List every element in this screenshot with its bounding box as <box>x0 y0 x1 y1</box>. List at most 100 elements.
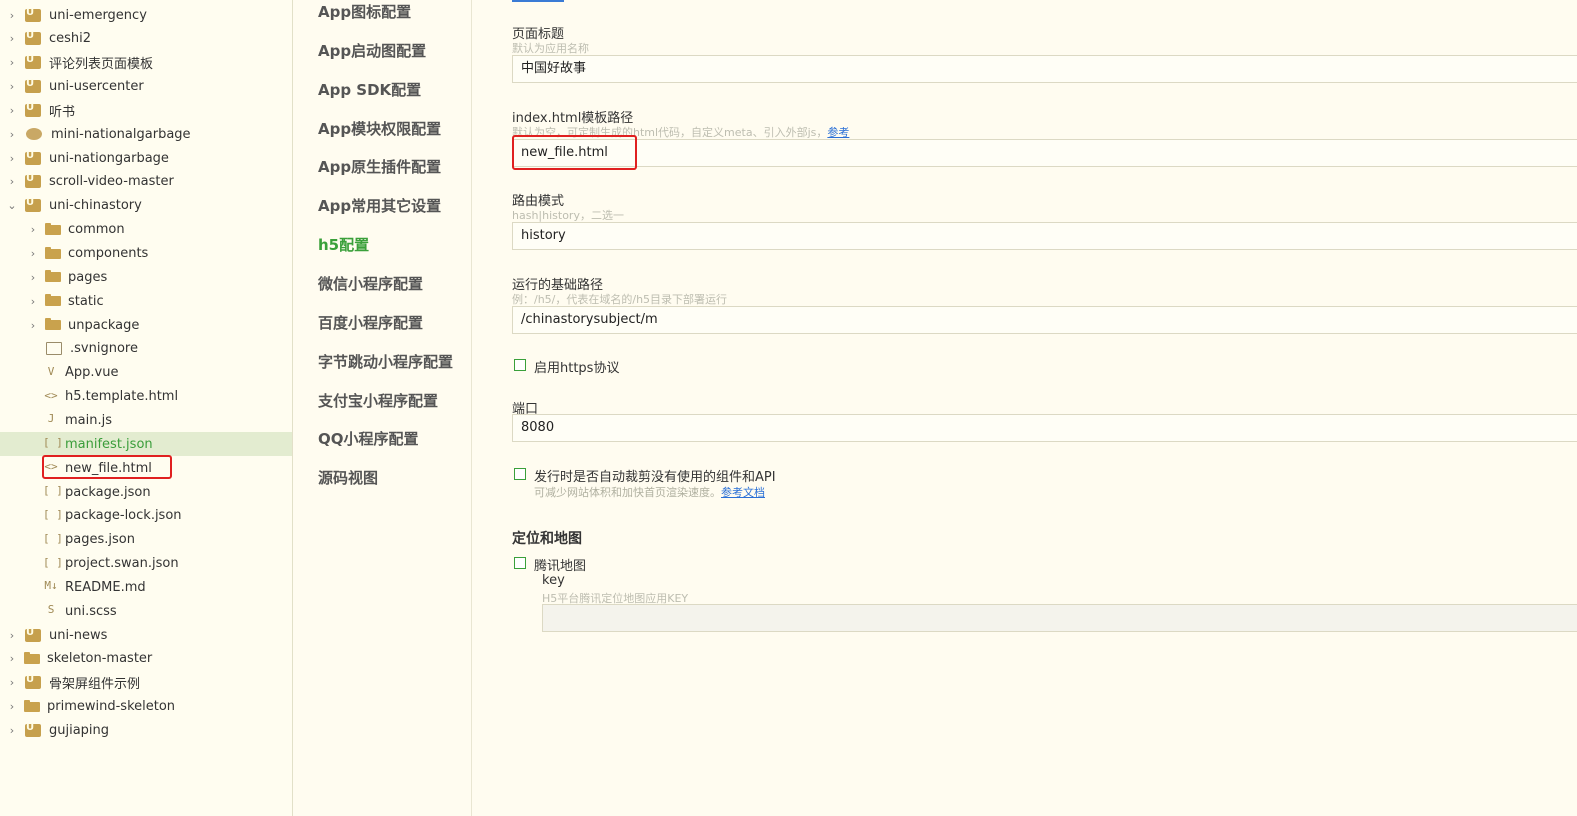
chevron-right-icon[interactable]: › <box>6 32 18 45</box>
nav-item[interactable]: QQ小程序配置 <box>318 428 419 449</box>
chevron-right-icon[interactable]: › <box>6 128 18 141</box>
nav-item[interactable]: 源码视图 <box>318 467 378 488</box>
chevron-down-icon[interactable]: ⌄ <box>6 199 18 212</box>
nav-item[interactable]: App图标配置 <box>318 1 411 22</box>
tree-item[interactable]: [ ] project.swan.json <box>0 552 292 576</box>
project-icon <box>25 30 41 46</box>
chevron-right-icon[interactable]: › <box>27 271 39 284</box>
chevron-right-icon[interactable]: › <box>6 676 18 689</box>
chevron-right-icon[interactable]: › <box>6 724 18 737</box>
nav-item[interactable]: App原生插件配置 <box>318 156 441 177</box>
project-icon <box>25 674 41 690</box>
tree-item[interactable]: › skeleton-master <box>0 647 292 671</box>
chevron-right-icon[interactable]: › <box>6 652 18 665</box>
chevron-right-icon[interactable]: › <box>27 319 39 332</box>
chevron-right-icon[interactable]: › <box>6 152 18 165</box>
tree-item-label: h5.template.html <box>65 389 179 405</box>
tree-item[interactable]: [ ] pages.json <box>0 528 292 552</box>
treeshake-doc-link[interactable]: 参考文档 <box>721 486 765 499</box>
nav-item[interactable]: 支付宝小程序配置 <box>318 390 438 411</box>
chevron-right-icon[interactable]: › <box>27 223 39 236</box>
chevron-right-icon[interactable]: › <box>6 80 18 93</box>
tree-item[interactable]: › unpackage <box>0 313 292 337</box>
scss-file-icon: S <box>47 603 55 617</box>
tree-item[interactable]: [ ] manifest.json <box>0 432 292 457</box>
tree-item[interactable]: › uni-news <box>0 623 292 647</box>
tree-item[interactable]: ⌄ uni-chinastory <box>0 194 292 218</box>
tencent-map-checkbox[interactable] <box>514 557 526 569</box>
tencent-map-key-input[interactable] <box>542 604 1577 632</box>
nav-item[interactable]: 百度小程序配置 <box>318 312 423 333</box>
template-path-reference-link[interactable]: 参考 <box>827 126 849 139</box>
page-title-input[interactable]: 中国好故事 <box>512 55 1577 83</box>
tree-item[interactable]: › primewind-skeleton <box>0 695 292 719</box>
tree-item[interactable]: › 听书 <box>0 98 292 122</box>
template-path-input[interactable]: new_file.html <box>512 139 1577 167</box>
nav-item[interactable]: h5配置 <box>318 234 369 255</box>
tree-item[interactable]: › uni-nationgarbage <box>0 146 292 170</box>
tree-item[interactable]: › uni-emergency <box>0 3 292 27</box>
chevron-right-icon[interactable]: › <box>27 295 39 308</box>
tree-item-label: static <box>68 293 104 309</box>
router-mode-hint: hash|history，二选一 <box>512 209 624 222</box>
nav-item[interactable]: App模块权限配置 <box>318 118 441 139</box>
tree-item[interactable]: › uni-usercenter <box>0 75 292 99</box>
tree-item[interactable]: V App.vue <box>0 361 292 385</box>
tree-item[interactable]: › mini-nationalgarbage <box>0 122 292 146</box>
project-icon <box>25 197 41 213</box>
nav-item[interactable]: 字节跳动小程序配置 <box>318 351 453 372</box>
chevron-right-icon[interactable]: › <box>6 700 18 713</box>
project-icon <box>25 173 41 189</box>
folder-project-icon <box>24 651 40 664</box>
base-path-input[interactable]: /chinastorysubject/m <box>512 306 1577 334</box>
tree-item[interactable]: <> h5.template.html <box>0 385 292 409</box>
https-checkbox[interactable] <box>514 359 526 371</box>
json-file-icon: [ ] <box>43 436 63 450</box>
tree-item[interactable]: [ ] package-lock.json <box>0 504 292 528</box>
nav-item[interactable]: App SDK配置 <box>318 79 421 100</box>
tree-item[interactable]: › ceshi2 <box>0 27 292 51</box>
port-input[interactable]: 8080 <box>512 414 1577 442</box>
tree-item-label: README.md <box>65 579 146 595</box>
nav-item[interactable]: App常用其它设置 <box>318 195 441 216</box>
router-mode-input[interactable]: history <box>512 222 1577 250</box>
tree-item[interactable]: .svnignore <box>0 337 292 361</box>
chevron-right-icon[interactable]: › <box>27 247 39 260</box>
tree-item-label: package.json <box>65 484 151 500</box>
folder-icon <box>45 294 61 307</box>
tree-item-label: pages.json <box>65 532 135 548</box>
project-explorer: › uni-emergency › ceshi2 › 评论列表页面模板 › uni-userc… <box>0 0 293 816</box>
nav-item[interactable]: 微信小程序配置 <box>318 273 423 294</box>
tree-item[interactable]: › 评论列表页面模板 <box>0 51 292 75</box>
tree-item[interactable]: › gujiaping <box>0 719 292 743</box>
tree-item[interactable]: Suni.scss <box>0 599 292 623</box>
treeshake-checkbox[interactable] <box>514 468 526 480</box>
tree-item[interactable]: › pages <box>0 265 292 289</box>
tree-item[interactable]: › scroll-video-master <box>0 170 292 194</box>
tree-item[interactable]: [ ] package.json <box>0 480 292 504</box>
top-link-underline <box>512 0 564 2</box>
tree-item[interactable]: Jmain.js <box>0 408 292 432</box>
tree-item-label: uni-nationgarbage <box>49 150 169 166</box>
chevron-right-icon[interactable]: › <box>6 629 18 642</box>
tree-item[interactable]: › 骨架屏组件示例 <box>0 671 292 695</box>
template-path-highlight <box>512 135 637 170</box>
base-path-hint: 例：/h5/，代表在域名的/h5目录下部署运行 <box>512 293 728 306</box>
vue-file-icon: V <box>47 364 55 378</box>
tree-item-label: unpackage <box>68 317 140 333</box>
tree-item-label: uni.scss <box>65 603 117 619</box>
chevron-right-icon[interactable]: › <box>6 175 18 188</box>
tree-item[interactable]: › components <box>0 242 292 266</box>
folder-icon <box>45 318 61 331</box>
tree-item[interactable]: › common <box>0 218 292 242</box>
project-icon <box>25 627 41 642</box>
nav-item[interactable]: App启动图配置 <box>318 40 426 61</box>
tree-item[interactable]: M↓ README.md <box>0 575 292 599</box>
chevron-right-icon[interactable]: › <box>6 104 18 117</box>
project-icon <box>25 54 41 70</box>
tree-item[interactable]: › static <box>0 289 292 313</box>
tree-item-label: .svnignore <box>70 341 138 357</box>
chevron-right-icon[interactable]: › <box>6 56 18 69</box>
tree-item-label: uni-news <box>49 627 108 643</box>
chevron-right-icon[interactable]: › <box>6 9 18 22</box>
